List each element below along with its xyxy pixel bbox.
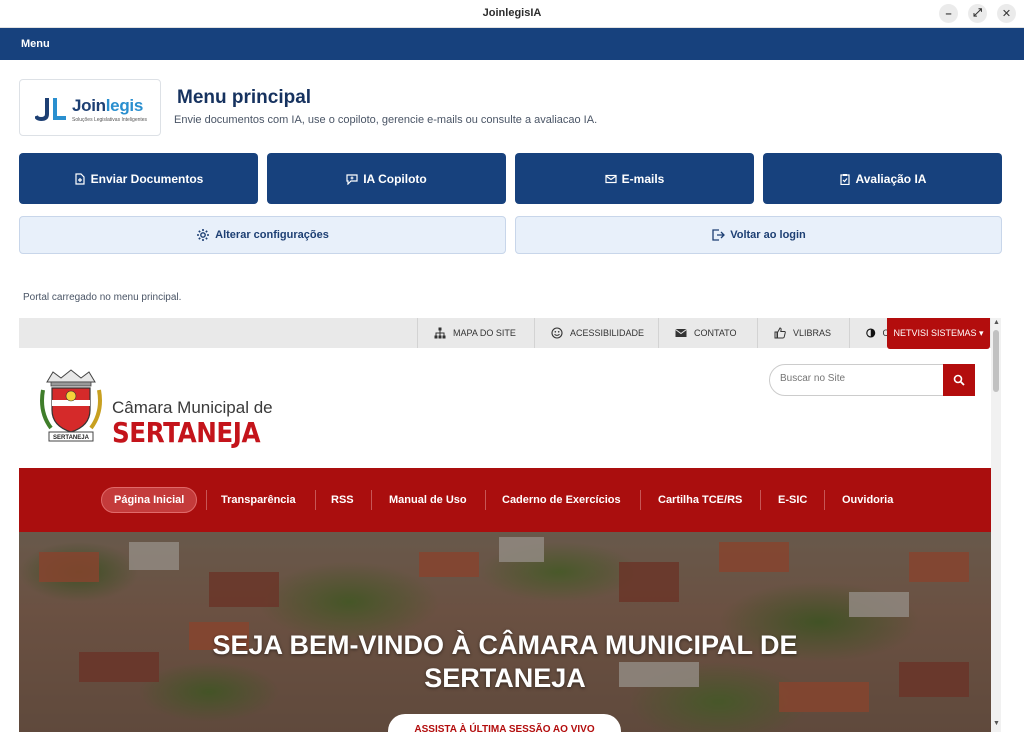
nav-esic[interactable]: E-SIC: [766, 487, 819, 513]
nav-tce-booklet[interactable]: Cartilha TCE/RS: [646, 487, 754, 513]
logo-brand: Joinlegis: [72, 96, 143, 115]
sitemap-icon: [434, 327, 446, 339]
envelope-icon: [675, 329, 687, 337]
site-search-input[interactable]: [780, 373, 940, 384]
status-message: Portal carregado no menu principal.: [23, 292, 182, 303]
contrast-icon: [866, 328, 876, 338]
hero-title: SEJA BEM-VINDO À CÂMARA MUNICIPAL DE SER…: [212, 630, 798, 693]
contact-link[interactable]: CONTATO: [658, 318, 757, 348]
embedded-website[interactable]: MAPA DO SITE ACESSIBILIDADE CONTATO VLIB…: [19, 318, 1001, 732]
nav-ombudsman[interactable]: Ouvidoria: [830, 487, 905, 513]
nav-rss[interactable]: RSS: [319, 487, 366, 513]
search-icon: [953, 374, 965, 386]
site-top-strip: MAPA DO SITE ACESSIBILIDADE CONTATO VLIB…: [19, 318, 991, 348]
nav-exercise-book[interactable]: Caderno de Exercícios: [490, 487, 633, 513]
netvisi-dropdown[interactable]: NETVISI SISTEMAS ▾: [887, 318, 990, 349]
change-settings-button[interactable]: Alterar configurações: [19, 216, 506, 254]
jl-logo-icon: [35, 98, 66, 122]
ia-evaluation-button[interactable]: Avaliação IA: [763, 153, 1002, 204]
org-name-line2: SERTANEJA: [112, 416, 261, 449]
chat-plus-icon: [346, 173, 358, 185]
window-titlebar: JoinlegisIA – ⤢ ✕: [0, 0, 1024, 28]
window-title: JoinlegisIA: [482, 7, 542, 19]
site-scrollbar[interactable]: ▲ ▼: [991, 318, 1001, 732]
watch-live-session-button[interactable]: ASSISTA À ÚLTIMA SESSÃO AO VIVO: [388, 714, 621, 732]
nav-user-manual[interactable]: Manual de Uso: [377, 487, 479, 513]
page-title: Menu principal: [177, 87, 312, 108]
back-to-login-button[interactable]: Voltar ao login: [515, 216, 1002, 254]
vlibras-link[interactable]: VLIBRAS: [757, 318, 849, 348]
menu-button[interactable]: Menu: [21, 38, 50, 50]
nav-home[interactable]: Página Inicial: [101, 487, 198, 513]
contrast-link[interactable]: C: [849, 318, 889, 348]
minimize-icon[interactable]: –: [939, 4, 958, 23]
menubar: Menu: [0, 28, 1024, 60]
maximize-icon[interactable]: ⤢: [968, 4, 987, 23]
file-plus-icon: [75, 172, 85, 185]
accessibility-icon: [551, 327, 563, 339]
send-documents-button[interactable]: Enviar Documentos: [19, 153, 258, 204]
hero-banner: SEJA BEM-VINDO À CÂMARA MUNICIPAL DE SER…: [19, 532, 991, 732]
org-name-line1: Câmara Municipal de: [112, 398, 273, 417]
clipboard-check-icon: [839, 173, 850, 185]
site-map-link[interactable]: MAPA DO SITE: [417, 318, 534, 348]
site-navbar: Página Inicial Transparência RSS Manual …: [19, 468, 991, 532]
thumbs-up-icon: [774, 327, 786, 339]
close-icon[interactable]: ✕: [997, 4, 1016, 23]
emails-button[interactable]: E-mails: [515, 153, 754, 204]
accessibility-link[interactable]: ACESSIBILIDADE: [534, 318, 658, 348]
joinlegis-logo: Joinlegis Soluções Legislativas Intelige…: [19, 79, 161, 136]
city-crest-icon: SERTANEJA: [40, 369, 102, 442]
nav-transparency[interactable]: Transparência: [209, 487, 308, 513]
site-search-button[interactable]: [943, 364, 975, 396]
envelope-icon: [605, 174, 617, 183]
gear-icon: [197, 229, 210, 241]
page-subtitle: Envie documentos com IA, use o copiloto,…: [174, 114, 598, 126]
logo-tagline: Soluções Legislativas Inteligentes: [72, 117, 148, 123]
ia-copilot-button[interactable]: IA Copiloto: [267, 153, 506, 204]
svg-text:SERTANEJA: SERTANEJA: [53, 435, 90, 441]
logout-icon: [712, 229, 726, 241]
